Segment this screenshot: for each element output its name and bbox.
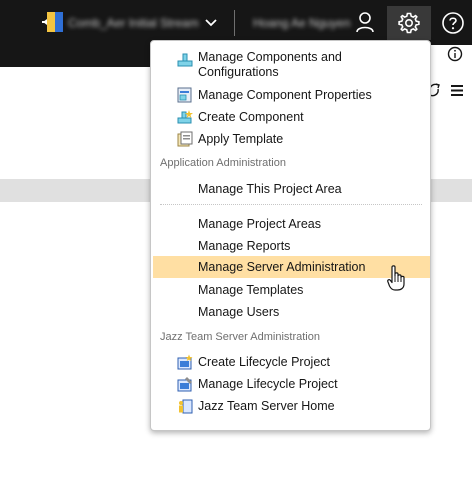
menu-item-label: Manage Templates: [198, 283, 304, 297]
gear-icon[interactable]: [397, 11, 421, 35]
settings-dropdown-menu: Manage Components and Configurations Man…: [150, 40, 431, 431]
project-name[interactable]: Comb_Aer Initial Stream: [68, 16, 199, 30]
menu-item-component-properties[interactable]: Manage Component Properties: [153, 84, 430, 106]
menu-item-label: Manage Component Properties: [198, 88, 372, 102]
menu-item-manage-components[interactable]: Manage Components and Configurations: [153, 49, 430, 81]
project-icon[interactable]: [42, 11, 64, 33]
menu-item-jazz-team-server-home[interactable]: Jazz Team Server Home: [153, 395, 430, 417]
components-icon: [177, 53, 193, 67]
hamburger-menu-icon[interactable]: [451, 85, 463, 96]
menu-item-label: Apply Template: [198, 132, 284, 146]
create-lifecycle-icon: [177, 354, 193, 370]
section-application-administration: Application Administration: [160, 157, 286, 169]
component-properties-icon: [177, 87, 192, 103]
menu-item-create-component[interactable]: Create Component: [153, 106, 430, 128]
menu-item-manage-reports[interactable]: Manage Reports: [153, 235, 430, 257]
menu-item-label: Create Component: [198, 110, 304, 124]
menu-item-label: Manage Project Areas: [198, 217, 321, 231]
menu-item-create-lifecycle-project[interactable]: Create Lifecycle Project: [153, 351, 430, 373]
menu-divider: [160, 204, 422, 205]
help-icon[interactable]: [441, 11, 465, 35]
jts-home-icon: [179, 399, 193, 414]
menu-item-label: Manage This Project Area: [198, 182, 342, 196]
topbar-divider: [234, 10, 235, 36]
menu-item-apply-template[interactable]: Apply Template: [153, 128, 430, 150]
section-jazz-team-server-administration: Jazz Team Server Administration: [160, 331, 320, 343]
template-icon: [177, 131, 193, 147]
menu-item-label: Manage Server Administration: [198, 260, 366, 274]
info-icon[interactable]: [447, 46, 463, 62]
menu-item-label: Jazz Team Server Home: [198, 399, 335, 413]
menu-item-manage-users[interactable]: Manage Users: [153, 301, 430, 323]
user-name[interactable]: Hoang Ae Nguyen: [253, 16, 350, 30]
menu-item-manage-project-areas[interactable]: Manage Project Areas: [153, 213, 430, 235]
hand-pointer-cursor-icon: [387, 265, 405, 291]
chevron-down-icon[interactable]: [204, 15, 218, 29]
menu-item-label: Manage Users: [198, 305, 280, 319]
create-component-icon: [177, 110, 193, 124]
user-icon[interactable]: [354, 11, 376, 33]
menu-item-manage-this-project-area[interactable]: Manage This Project Area: [153, 178, 430, 200]
menu-item-label: Create Lifecycle Project: [198, 355, 331, 369]
menu-item-manage-lifecycle-project[interactable]: Manage Lifecycle Project: [153, 373, 430, 395]
menu-item-label: Manage Reports: [198, 239, 291, 253]
menu-item-label: Manage Components and Configurations: [198, 50, 342, 79]
manage-lifecycle-icon: [177, 377, 192, 392]
menu-item-label: Manage Lifecycle Project: [198, 377, 338, 391]
